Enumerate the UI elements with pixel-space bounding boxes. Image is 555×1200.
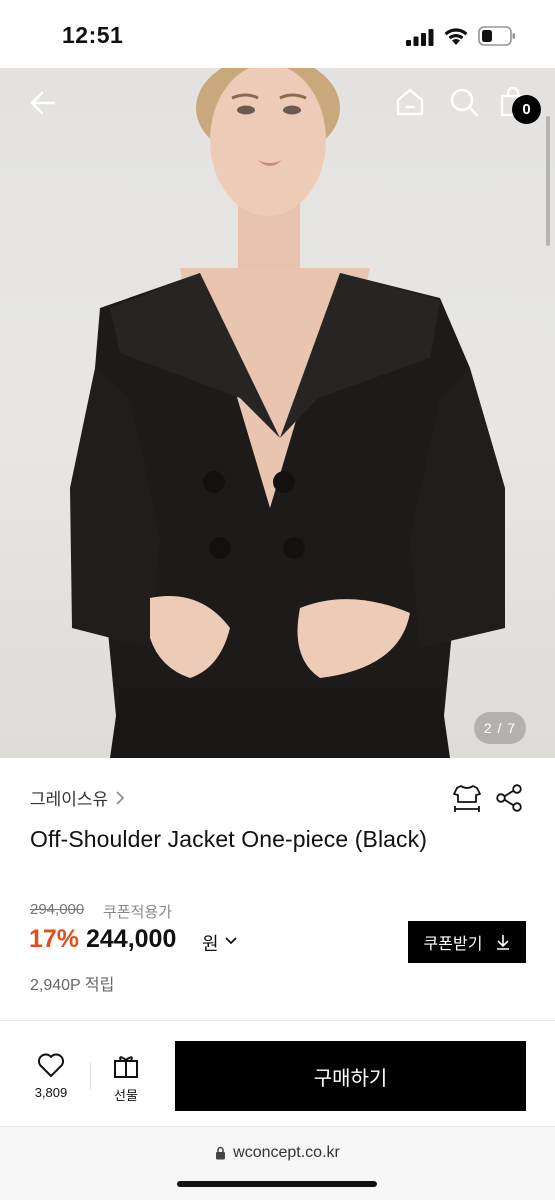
status-bar: 12:51: [0, 0, 555, 68]
divider: [90, 1062, 91, 1090]
share-icon[interactable]: [494, 783, 524, 813]
search-icon[interactable]: [448, 86, 480, 118]
product-title: Off-Shoulder Jacket One-piece (Black): [30, 826, 428, 852]
home-icon[interactable]: [394, 86, 426, 118]
brand-name: 그레이스유: [30, 790, 109, 809]
battery-icon: [478, 26, 515, 46]
home-indicator: [177, 1181, 377, 1187]
chevron-down-icon[interactable]: [224, 936, 238, 946]
download-icon: [497, 935, 510, 950]
reward-points: 2,940P 적립: [30, 977, 115, 994]
gift-icon: [114, 1056, 138, 1078]
signal-icon: [406, 29, 434, 46]
brand-link[interactable]: 그레이스유: [30, 785, 126, 810]
original-price: 294,000: [30, 901, 85, 918]
sale-price: 244,000: [86, 925, 177, 953]
product-photo: [70, 68, 505, 758]
gift-button[interactable]: 선물: [100, 1052, 152, 1104]
divider: [0, 1020, 555, 1021]
scrollbar[interactable]: [546, 116, 550, 246]
wifi-icon: [444, 28, 468, 45]
buy-now-button[interactable]: 구매하기: [175, 1041, 526, 1111]
lock-icon: [216, 1146, 226, 1160]
url-display[interactable]: wconcept.co.kr: [0, 1144, 555, 1162]
browser-address-bar[interactable]: wconcept.co.kr: [0, 1126, 555, 1200]
wishlist-count: 3,809: [34, 1085, 68, 1100]
heart-icon: [38, 1053, 64, 1077]
chevron-right-icon: [116, 790, 125, 805]
wishlist-button[interactable]: 3,809: [24, 1052, 78, 1104]
back-arrow-icon[interactable]: [28, 88, 58, 118]
size-guide-icon[interactable]: [451, 782, 483, 814]
get-coupon-label: 쿠폰받기: [423, 936, 483, 953]
cart-count-badge[interactable]: 0: [512, 95, 541, 124]
product-image-gallery[interactable]: 0 2 / 7: [0, 68, 555, 758]
discount-rate: 17%: [29, 925, 80, 953]
status-time: 12:51: [62, 22, 124, 48]
currency-label: 원: [202, 934, 219, 954]
gallery-page-indicator: 2 / 7: [474, 712, 526, 744]
get-coupon-button[interactable]: 쿠폰받기: [408, 921, 526, 963]
coupon-price-note: 쿠폰적용가: [103, 904, 173, 921]
url-text: wconcept.co.kr: [233, 1144, 340, 1161]
gift-label: 선물: [114, 1088, 138, 1103]
